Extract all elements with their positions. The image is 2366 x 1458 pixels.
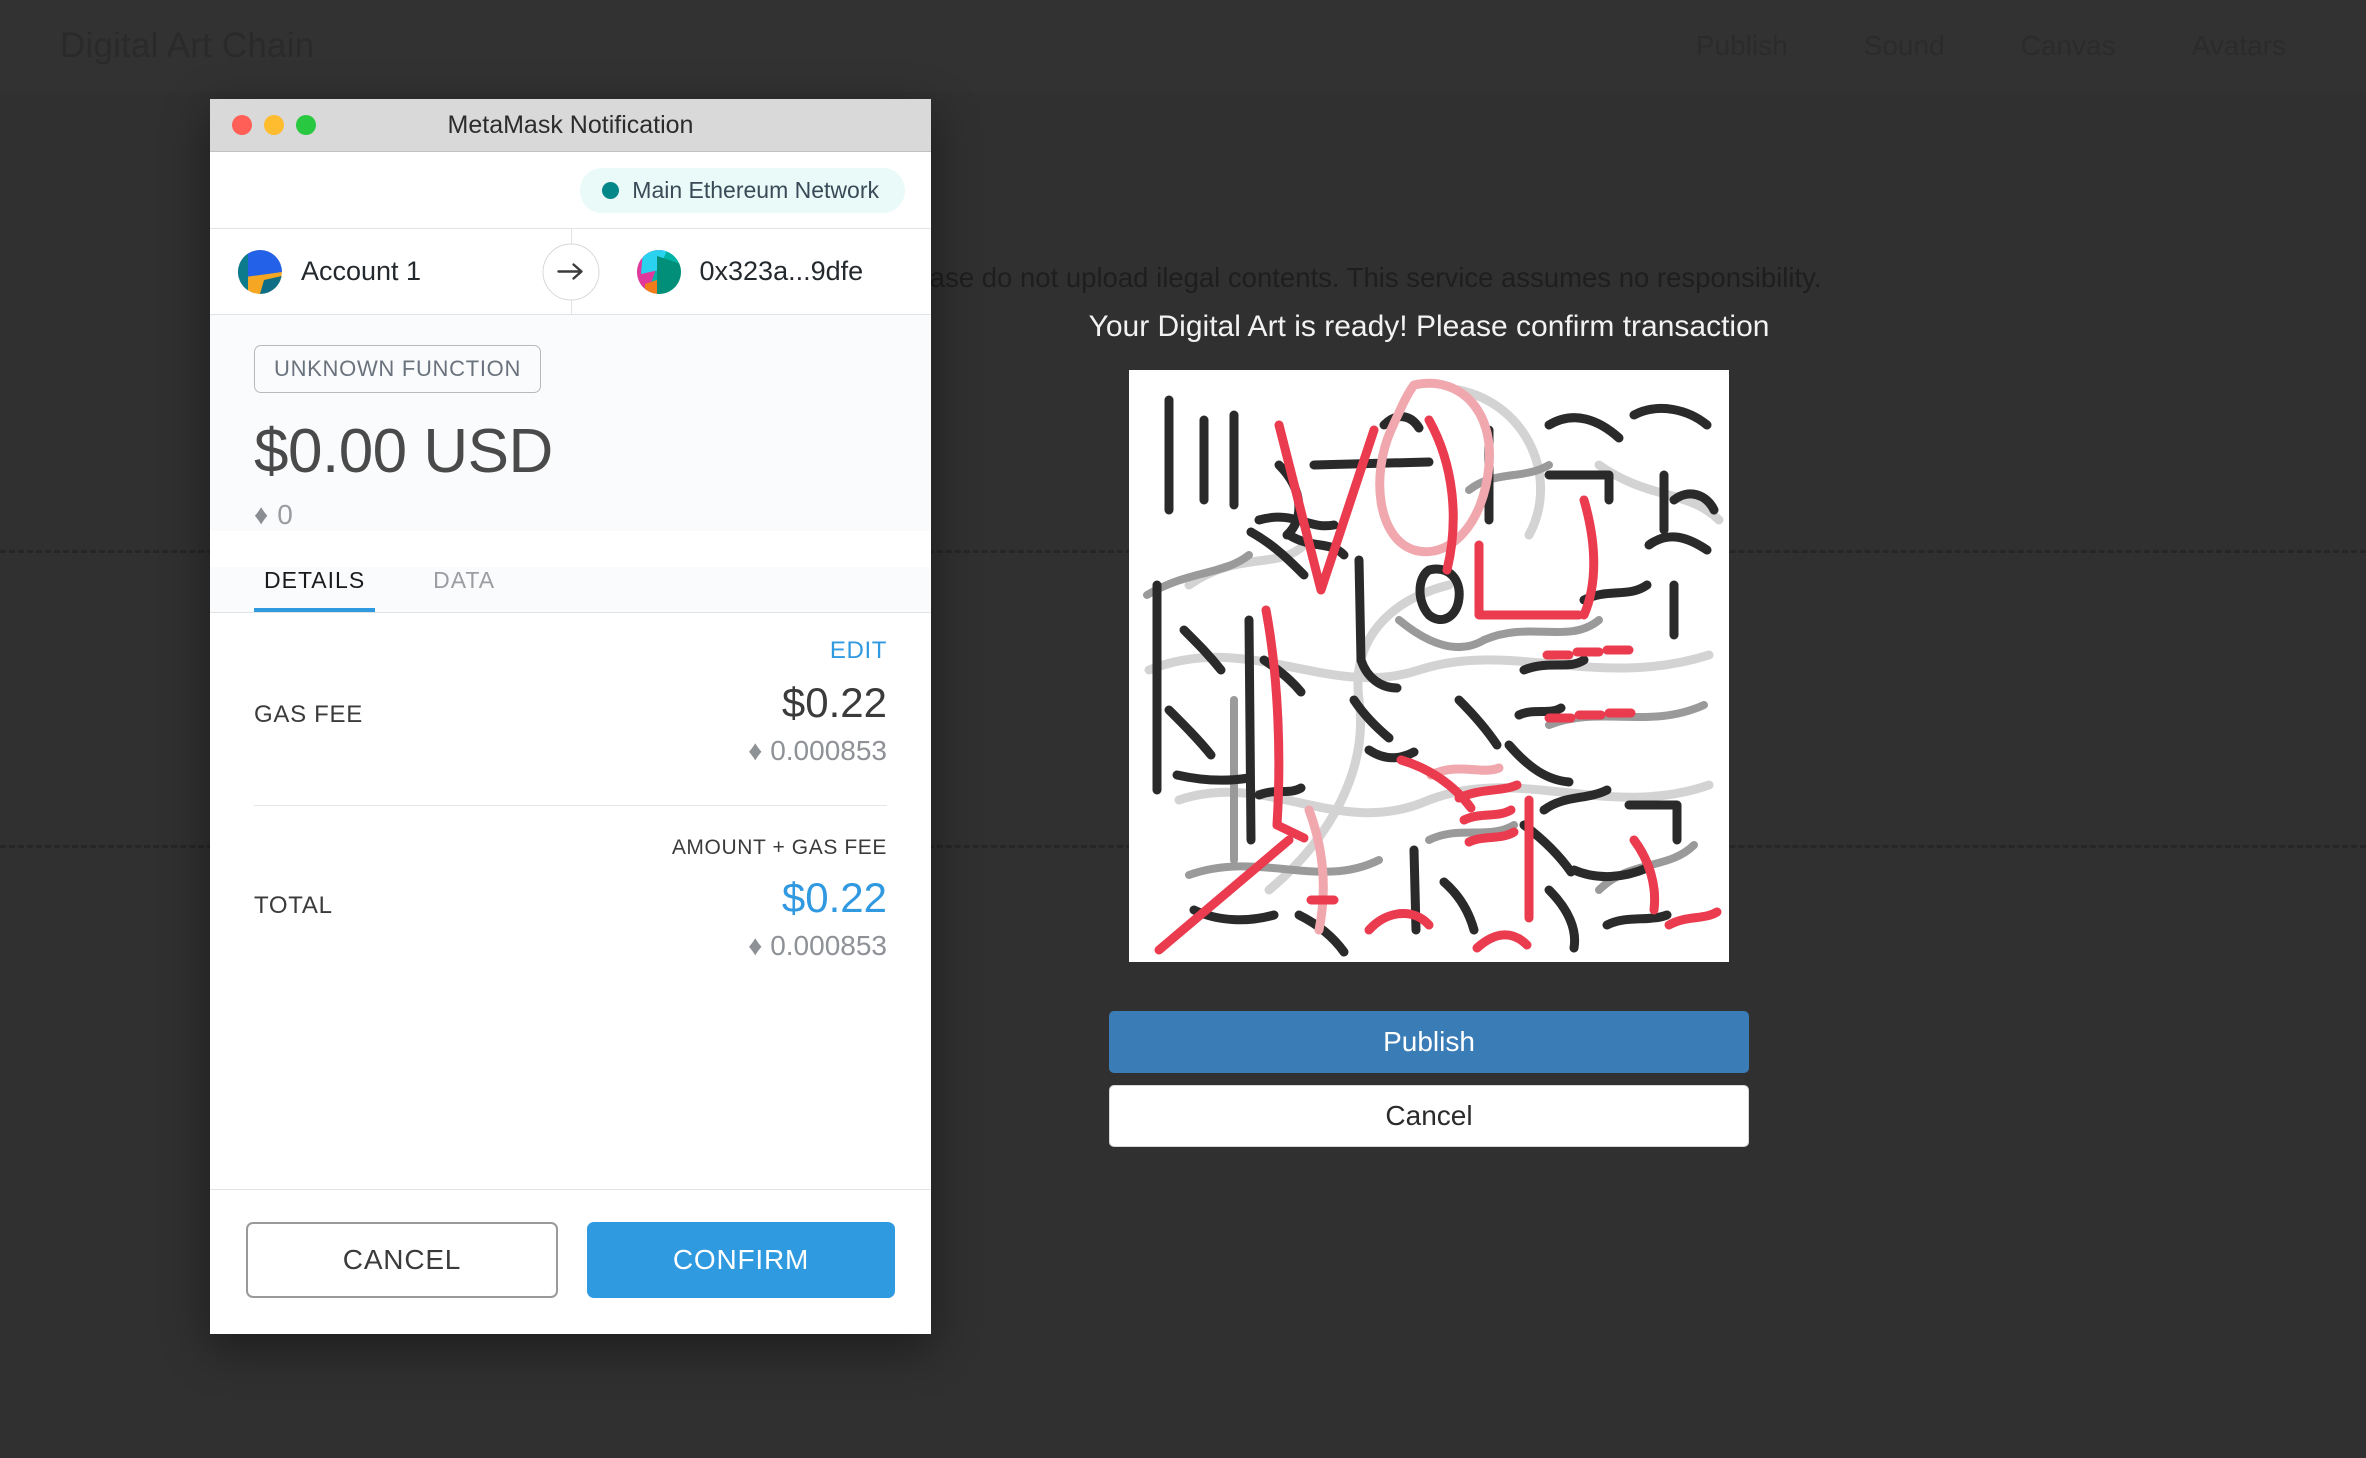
gas-fee-usd: $0.22: [781, 679, 887, 726]
page-header: Digital Art Chain Publish Sound Canvas A…: [0, 0, 2366, 92]
sender-account-name: Account 1: [301, 256, 422, 286]
total-usd: $0.22: [781, 874, 887, 921]
tab-details[interactable]: DETAILS: [254, 567, 376, 612]
main-nav: Publish Sound Canvas Avatars: [1696, 30, 2306, 62]
sender-avatar: [238, 249, 282, 294]
window-titlebar: MetaMask Notification: [210, 99, 931, 152]
account-transfer-row: Account 1 0x323a...9dfe: [210, 228, 931, 315]
confirm-panel: Your Digital Art is ready! Please confir…: [1089, 310, 1769, 1147]
amount-eth-value: 0: [277, 499, 293, 530]
nav-link-publish[interactable]: Publish: [1696, 30, 1788, 62]
network-row: Main Ethereum Network: [210, 152, 931, 228]
publish-button[interactable]: Publish: [1109, 1011, 1749, 1073]
window-title: MetaMask Notification: [447, 110, 694, 139]
nav-link-avatars[interactable]: Avatars: [2192, 30, 2286, 62]
network-status-dot: [602, 181, 620, 199]
amount-eth-row: ♦ 0: [254, 499, 931, 531]
recipient-account[interactable]: 0x323a...9dfe: [571, 249, 932, 294]
sender-account[interactable]: Account 1: [210, 249, 571, 294]
edit-gas-link[interactable]: EDIT: [254, 613, 887, 665]
total-eth-value: 0.000853: [770, 930, 887, 961]
total-label: TOTAL: [254, 892, 333, 919]
recipient-avatar: [636, 249, 681, 294]
digital-art-svg: [1129, 370, 1729, 962]
brand-title: Digital Art Chain: [60, 26, 315, 65]
app-root: Digital Art Chain Publish Sound Canvas A…: [0, 0, 2366, 1458]
cancel-button[interactable]: Cancel: [1109, 1085, 1749, 1147]
recipient-address: 0x323a...9dfe: [699, 256, 864, 286]
total-row: TOTAL AMOUNT + GAS FEE $0.22 ♦ 0.000853: [254, 806, 887, 962]
metamask-notification-window: MetaMask Notification Main Ethereum Netw…: [210, 99, 931, 1334]
total-values: AMOUNT + GAS FEE $0.22 ♦ 0.000853: [672, 836, 887, 962]
tab-data[interactable]: DATA: [423, 567, 505, 612]
network-selector[interactable]: Main Ethereum Network: [580, 167, 905, 213]
gas-fee-values: $0.22 ♦ 0.000853: [748, 679, 887, 767]
details-panel: EDIT GAS FEE $0.22 ♦ 0.000853 TOTAL AMOU…: [210, 613, 931, 1189]
total-eth: ♦ 0.000853: [672, 930, 887, 962]
metamask-cancel-button[interactable]: CANCEL: [246, 1222, 558, 1298]
nav-link-sound[interactable]: Sound: [1864, 30, 1945, 62]
network-label: Main Ethereum Network: [632, 176, 879, 203]
arrow-right-icon: [542, 243, 599, 300]
metamask-confirm-button[interactable]: CONFIRM: [587, 1222, 895, 1298]
gas-fee-row: GAS FEE $0.22 ♦ 0.000853: [254, 665, 887, 806]
ethereum-diamond-icon: ♦: [748, 930, 763, 961]
transaction-tabs: DETAILS DATA: [210, 567, 931, 613]
transaction-summary: UNKNOWN FUNCTION $0.00 USD ♦ 0: [210, 315, 931, 531]
total-sublabel: AMOUNT + GAS FEE: [671, 836, 887, 859]
nav-link-canvas[interactable]: Canvas: [2021, 30, 2116, 62]
ethereum-diamond-icon: ♦: [748, 735, 763, 766]
confirm-heading: Your Digital Art is ready! Please confir…: [1088, 310, 1770, 343]
gas-fee-label: GAS FEE: [254, 701, 363, 728]
digital-art-preview: [1129, 370, 1729, 962]
dialog-footer: CANCEL CONFIRM: [210, 1189, 931, 1334]
amount-usd: $0.00 USD: [254, 417, 553, 486]
function-type-badge: UNKNOWN FUNCTION: [254, 345, 542, 393]
gas-fee-eth: ♦ 0.000853: [748, 735, 887, 767]
ethereum-diamond-icon: ♦: [254, 499, 269, 530]
gas-fee-eth-value: 0.000853: [770, 735, 887, 766]
